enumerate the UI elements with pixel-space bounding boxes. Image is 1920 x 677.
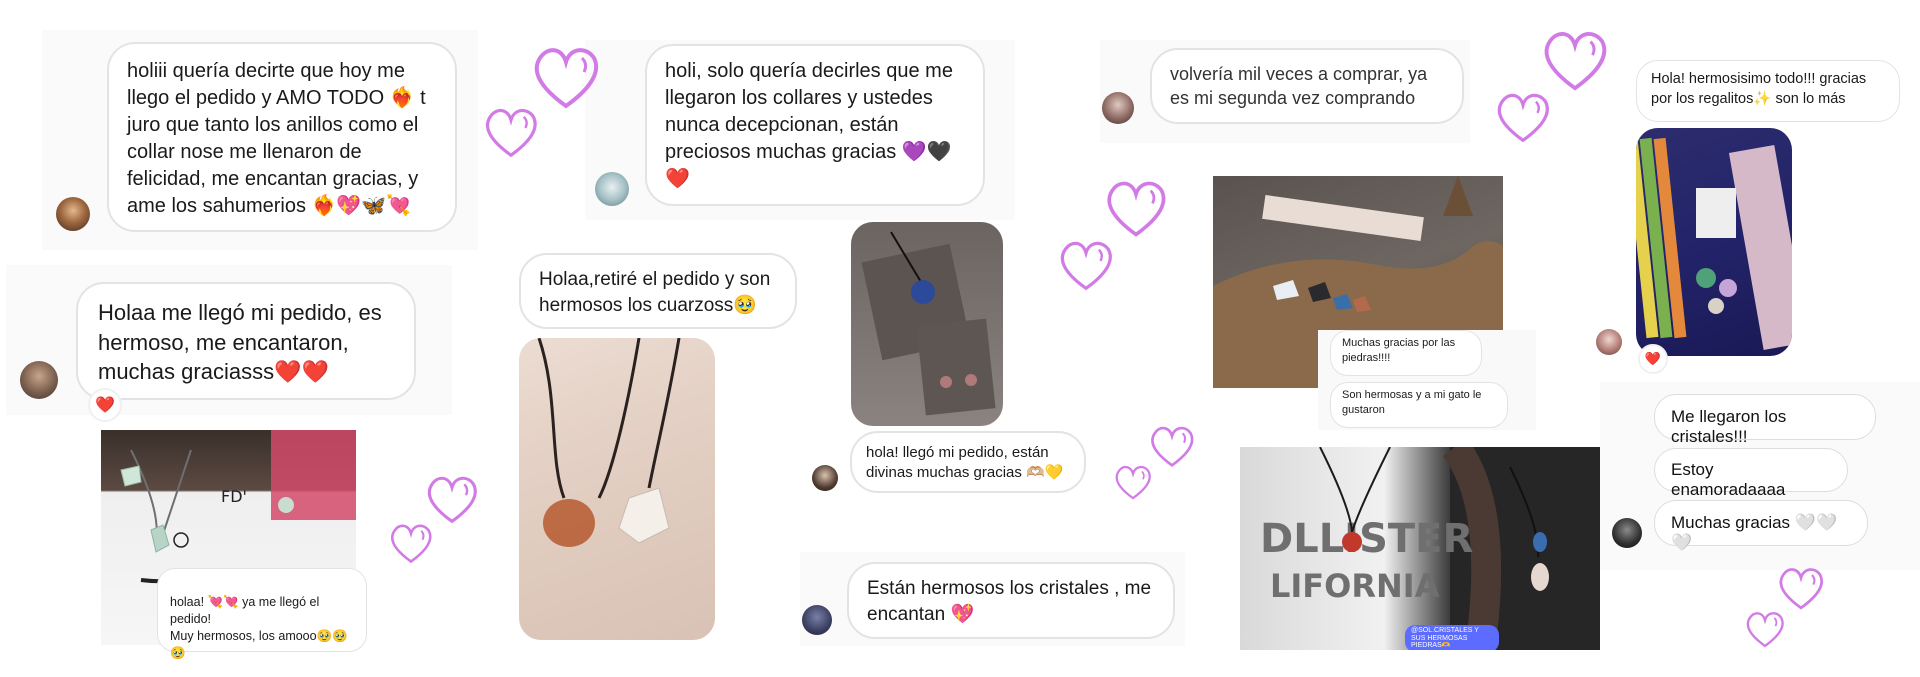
customer-photo: [1636, 128, 1792, 356]
customer-photo: [519, 338, 715, 640]
heart-doodle-icon: [1746, 612, 1784, 648]
avatar: [20, 361, 58, 399]
heart-doodle-icon: [1544, 32, 1607, 91]
heart-reaction: ❤️: [88, 388, 122, 422]
message-text: volvería mil veces a comprar, ya es mi s…: [1170, 64, 1428, 109]
selfie-illustration: DLLISTER LIFORNIA: [1260, 447, 1600, 650]
gift-package-illustration: [1636, 137, 1792, 350]
mention-tag[interactable]: @SOL.CRISTALES Y SUS HERMOSAS PIEDRAS🫶: [1405, 625, 1499, 650]
message-text: hola! llegó mi pedido, están divinas muc…: [866, 444, 1064, 482]
avatar: [595, 172, 629, 206]
heart-doodle-icon: [1779, 568, 1824, 610]
heart-doodle-icon: [427, 476, 477, 524]
message-bubble: Son hermosas y a mi gato le gustaron: [1330, 382, 1508, 428]
message-text: Estoy enamoradaaaa: [1671, 460, 1786, 499]
message-text: Hola! hermosisimo todo!!! gracias por lo…: [1651, 71, 1867, 107]
message-text: Holaa me llegó mi pedido, es hermoso, me…: [98, 300, 382, 385]
message-bubble: Me llegaron los cristales!!!: [1654, 394, 1876, 446]
svg-text:LIFORNIA: LIFORNIA: [1270, 567, 1440, 605]
svg-text:DLLISTER: DLLISTER: [1260, 516, 1473, 562]
message-bubble: Muchas gracias por las piedras!!!!: [1330, 330, 1482, 376]
message-text: Están hermosos los cristales , me encant…: [867, 578, 1152, 625]
message-bubble: Holaa,retiré el pedido y son hermosos lo…: [519, 253, 797, 329]
heart-doodle-icon: [486, 109, 537, 158]
heart-doodle-icon: [1151, 426, 1194, 467]
message-bubble: volvería mil veces a comprar, ya es mi s…: [1150, 48, 1464, 124]
heart-doodle-icon: [1060, 241, 1112, 291]
heart-doodle-icon: [1497, 93, 1549, 143]
avatar: [1102, 92, 1134, 124]
message-bubble: holi, solo quería decirles que me llegar…: [645, 44, 985, 206]
message-bubble: Holaa me llegó mi pedido, es hermoso, me…: [76, 282, 416, 400]
pendant-earrings-illustration: [861, 231, 996, 416]
message-text: holi, solo quería decirles que me llegar…: [665, 60, 953, 190]
message-bubble: holiii quería decirte que hoy me llego e…: [107, 42, 457, 232]
heart-doodle-icon: [534, 48, 599, 109]
heart-reaction: ❤️: [1638, 344, 1668, 374]
photo-caption-bubble: holaa! 💘💘 ya me llegó el pedido! Muy her…: [157, 568, 367, 660]
avatar: [1596, 329, 1622, 355]
heart-doodle-icon: [391, 524, 432, 564]
message-bubble: hola! llegó mi pedido, están divinas muc…: [850, 431, 1086, 493]
customer-photo: [851, 222, 1003, 426]
message-bubble: Estoy enamoradaaaa: [1654, 448, 1848, 499]
avatar: [802, 605, 832, 635]
avatar: [56, 197, 90, 231]
heart-doodle-icon: [1107, 181, 1166, 237]
heart-doodle-icon: [1115, 466, 1151, 500]
avatar: [1612, 518, 1642, 548]
message-text: Holaa,retiré el pedido y son hermosos lo…: [539, 269, 771, 316]
avatar: [812, 465, 838, 491]
message-bubble: Muchas gracias 🤍🤍🤍: [1654, 500, 1868, 552]
svg-text:FD': FD': [221, 487, 247, 506]
message-text: holiii quería decirte que hoy me llego e…: [127, 60, 426, 217]
quartz-necklace-illustration: [537, 338, 681, 547]
message-text: holaa! 💘💘 ya me llegó el pedido! Muy her…: [170, 594, 348, 660]
message-text: Son hermosas y a mi gato le gustaron: [1342, 389, 1482, 416]
message-bubble: Están hermosos los cristales , me encant…: [847, 562, 1175, 639]
message-bubble: Hola! hermosisimo todo!!! gracias por lo…: [1636, 60, 1900, 122]
customer-photo: DLLISTER LIFORNIA @SOL.CRISTALES Y SUS H…: [1240, 447, 1600, 650]
message-text: Muchas gracias por las piedras!!!!: [1342, 337, 1456, 364]
